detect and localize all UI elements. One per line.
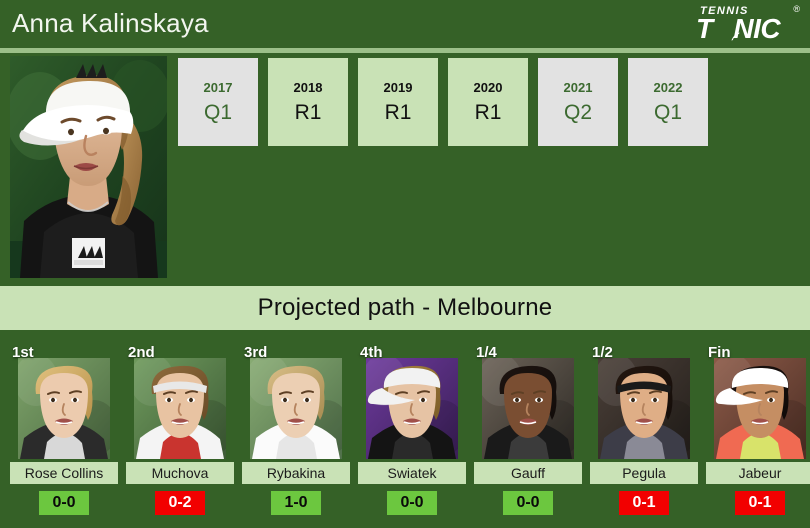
round-label: 2nd bbox=[128, 344, 155, 361]
head-to-head-badge: 1-0 bbox=[271, 491, 321, 515]
header-bar: Anna Kalinskaya TENNIS ® TONIC bbox=[0, 0, 810, 48]
opponent-photo bbox=[134, 358, 226, 459]
year-result: Q1 bbox=[203, 100, 232, 124]
player-photo bbox=[10, 56, 167, 278]
year-label: 2020 bbox=[473, 79, 503, 95]
registered-mark-icon: ® bbox=[793, 4, 800, 14]
opponent-photo bbox=[18, 358, 110, 459]
path-card[interactable]: 1st Rose Collins 0-0 bbox=[8, 336, 120, 526]
header-divider bbox=[0, 48, 810, 53]
round-label: 1/2 bbox=[592, 344, 613, 361]
year-label: 2021 bbox=[563, 79, 593, 95]
path-card[interactable]: 1/2 Pegula 0-1 bbox=[588, 336, 700, 526]
opponent-name[interactable]: Muchova bbox=[126, 462, 234, 484]
path-card[interactable]: 2nd Muchova 0-2 bbox=[124, 336, 236, 526]
year-box-2018[interactable]: 2018 R1 bbox=[268, 58, 348, 146]
head-to-head-badge: 0-1 bbox=[735, 491, 785, 515]
page-title: Anna Kalinskaya bbox=[12, 8, 209, 38]
path-card[interactable]: 3rd Rybakina 1-0 bbox=[240, 336, 352, 526]
round-label: 3rd bbox=[244, 344, 268, 361]
year-box-2022[interactable]: 2022 Q1 bbox=[628, 58, 708, 146]
tennis-tonic-logo[interactable]: TENNIS ® TONIC bbox=[692, 4, 802, 46]
year-label: 2022 bbox=[653, 79, 683, 95]
year-result: Q1 bbox=[653, 100, 682, 124]
opponent-name[interactable]: Jabeur bbox=[706, 462, 810, 484]
round-label: 4th bbox=[360, 344, 383, 361]
year-label: 2017 bbox=[203, 79, 233, 95]
opponent-photo bbox=[714, 358, 806, 459]
year-label: 2019 bbox=[383, 79, 413, 95]
year-box-2017[interactable]: 2017 Q1 bbox=[178, 58, 258, 146]
section-title-band: Projected path - Melbourne bbox=[0, 286, 810, 330]
opponent-name[interactable]: Gauff bbox=[474, 462, 582, 484]
head-to-head-badge: 0-1 bbox=[619, 491, 669, 515]
year-box-2019[interactable]: 2019 R1 bbox=[358, 58, 438, 146]
projected-path-row: 1st Rose Collins 0-0 2nd Muchova 0-2 3rd Rybaki… bbox=[0, 336, 810, 528]
head-to-head-badge: 0-0 bbox=[39, 491, 89, 515]
year-result: R1 bbox=[474, 100, 502, 124]
round-label: 1st bbox=[12, 344, 34, 361]
opponent-name[interactable]: Swiatek bbox=[358, 462, 466, 484]
opponent-photo bbox=[250, 358, 342, 459]
year-result: Q2 bbox=[563, 100, 592, 124]
year-box-2021[interactable]: 2021 Q2 bbox=[538, 58, 618, 146]
year-box-2020[interactable]: 2020 R1 bbox=[448, 58, 528, 146]
head-to-head-badge: 0-0 bbox=[503, 491, 553, 515]
head-to-head-badge: 0-2 bbox=[155, 491, 205, 515]
year-result: R1 bbox=[384, 100, 412, 124]
opponent-name[interactable]: Rybakina bbox=[242, 462, 350, 484]
tennis-ball-icon bbox=[717, 18, 740, 41]
path-card[interactable]: 4th Swiatek 0-0 bbox=[356, 336, 468, 526]
round-label: 1/4 bbox=[476, 344, 497, 361]
logo-letters-nic: NIC bbox=[733, 13, 781, 44]
logo-letter-t: T bbox=[696, 13, 713, 44]
opponent-name[interactable]: Rose Collins bbox=[10, 462, 118, 484]
head-to-head-badge: 0-0 bbox=[387, 491, 437, 515]
opponent-name[interactable]: Pegula bbox=[590, 462, 698, 484]
page-root: Anna Kalinskaya TENNIS ® TONIC bbox=[0, 0, 810, 528]
opponent-photo bbox=[598, 358, 690, 459]
path-card[interactable]: 1/4 Gauff 0-0 bbox=[472, 336, 584, 526]
opponent-photo bbox=[482, 358, 574, 459]
round-label: Fin bbox=[708, 344, 731, 361]
section-title: Projected path - Melbourne bbox=[257, 294, 553, 321]
year-result: R1 bbox=[294, 100, 322, 124]
opponent-photo bbox=[366, 358, 458, 459]
year-label: 2018 bbox=[293, 79, 323, 95]
path-card[interactable]: Fin Jabeur 0-1 bbox=[704, 336, 810, 526]
year-history-row: 2017 Q1 2018 R1 2019 R1 2020 R1 2021 Q2 2022 Q1 bbox=[178, 58, 712, 148]
